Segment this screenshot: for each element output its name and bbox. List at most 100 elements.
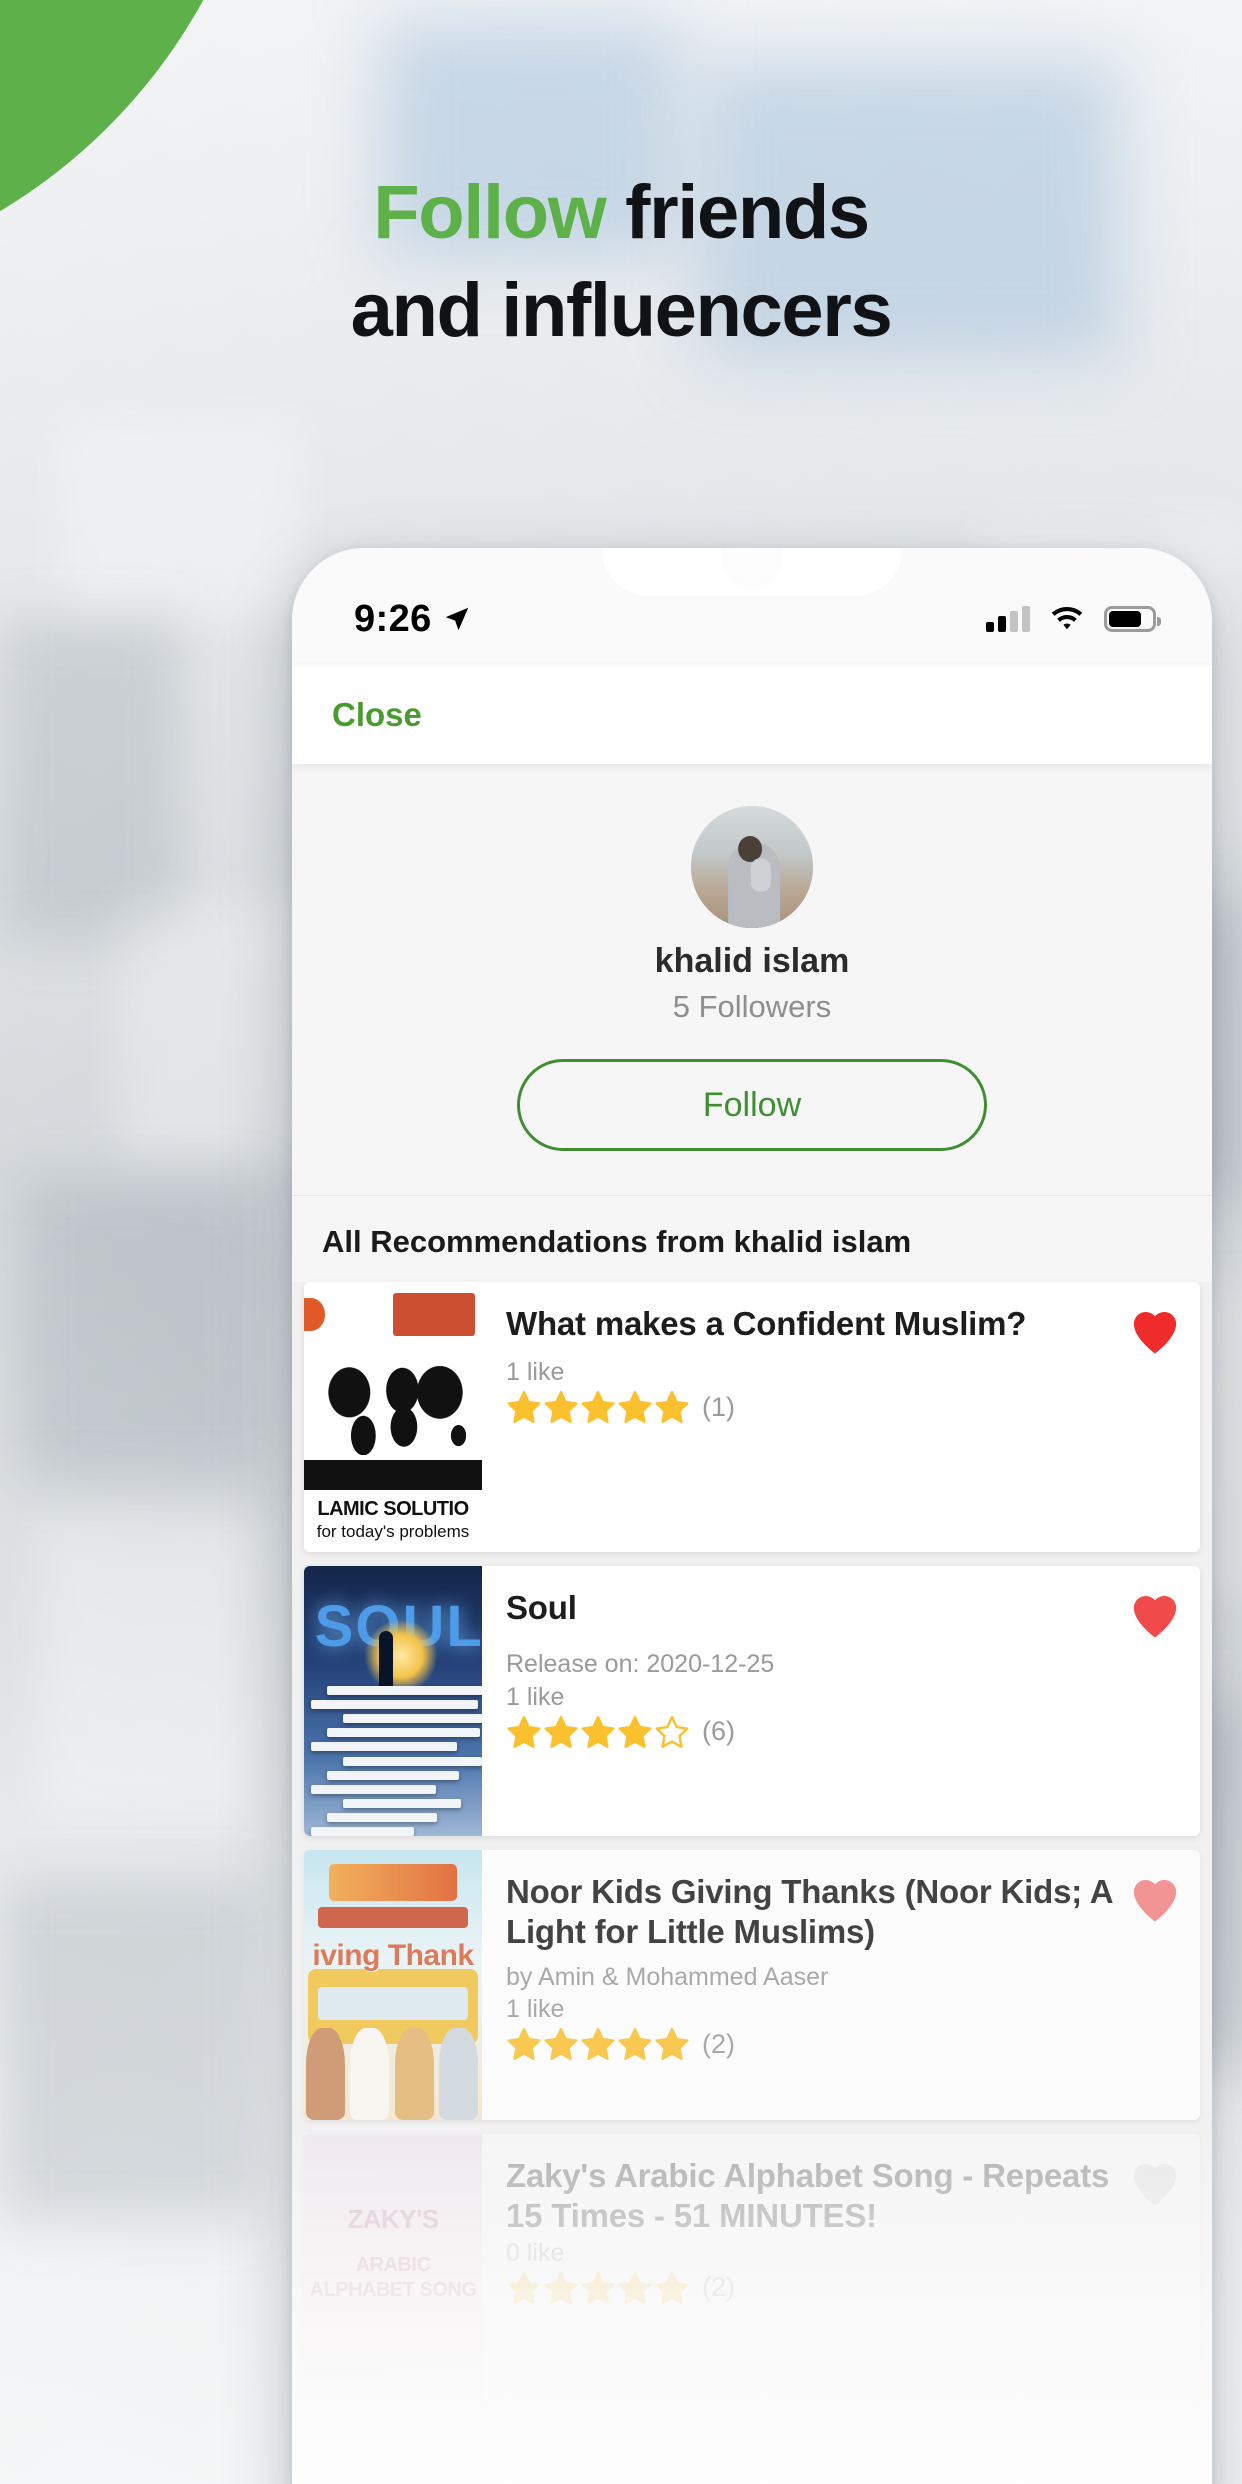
thumb-podcast-logo xyxy=(393,1292,475,1336)
status-bar-left: 9:26 xyxy=(354,598,472,641)
rating-count: (2) xyxy=(702,2028,735,2059)
thumbnail-art-podcast: LAMIC SOLUTIO for today's problems xyxy=(304,1282,482,1552)
avatar-arm xyxy=(750,858,771,892)
heart-icon[interactable] xyxy=(1128,1590,1182,1640)
phone-screen: 9:26 Close khalid islam 5 Followers Foll… xyxy=(292,548,1212,2484)
star-filled-icon xyxy=(618,1715,652,1748)
star-rating[interactable] xyxy=(506,2026,690,2062)
page-title: Follow friends and influencers xyxy=(0,168,1242,355)
thumbnail-art-soul: SOUL xyxy=(304,1566,482,1836)
status-time: 9:26 xyxy=(354,597,432,640)
rating-count: (1) xyxy=(702,1391,735,1422)
star-filled-icon xyxy=(507,2027,541,2061)
star-filled-icon xyxy=(581,2271,615,2304)
thumb-subtitle-text: ARABIC ALPHABET SONG xyxy=(309,2253,477,2301)
recommendation-card[interactable]: iving Thank Noor Kids Giving Thanks (Noor… xyxy=(304,1850,1200,2120)
phone-mockup: 9:26 Close khalid islam 5 Followers Foll… xyxy=(292,548,1212,2484)
recommendation-rating: (1) xyxy=(506,1389,1182,1425)
recommendation-card[interactable]: ZAKY'S ARABIC ALPHABET SONG Zaky's Arabic … xyxy=(304,2134,1200,2404)
thumb-world-map xyxy=(314,1346,472,1455)
recommendation-card[interactable]: LAMIC SOLUTIO for today's problems What ma… xyxy=(304,1282,1200,1552)
wifi-icon xyxy=(1051,606,1083,630)
thumbnail-art-noor-kids: iving Thank xyxy=(304,1850,482,2120)
star-filled-icon xyxy=(655,1390,689,1424)
recommendation-details: What makes a Confident Muslim? 1 like (1) xyxy=(482,1282,1200,1552)
thumb-title-text: LAMIC SOLUTIO xyxy=(317,1498,469,1520)
recommendation-details: Zaky's Arabic Alphabet Song - Repeats 15… xyxy=(482,2134,1200,2404)
headline-line-2: and influencers xyxy=(350,267,893,353)
rating-count: (2) xyxy=(702,2272,735,2302)
recommendation-details: Soul Release on: 2020-12-25 1 like (6) xyxy=(482,1566,1200,1836)
recommendation-rating: (6) xyxy=(506,1714,1182,1750)
heart-icon[interactable] xyxy=(1128,1874,1182,1924)
recommendation-title: Zaky's Arabic Alphabet Song - Repeats 15… xyxy=(506,2157,1110,2235)
profile-followers-count: 5 Followers xyxy=(672,989,832,1024)
recommendation-title-row: Noor Kids Giving Thanks (Noor Kids; A Li… xyxy=(506,1872,1182,1953)
thumb-title-text: ZAKY'S xyxy=(347,2204,439,2235)
thumb-subtitle-text: for today's problems xyxy=(316,1522,470,1542)
recommendation-title: Soul xyxy=(506,1589,577,1626)
status-bar: 9:26 xyxy=(292,548,1212,666)
battery-icon xyxy=(1104,606,1161,632)
recommendation-rating: (2) xyxy=(506,2026,1182,2062)
star-outline-icon xyxy=(655,1715,689,1748)
star-filled-icon xyxy=(544,2271,578,2304)
star-rating[interactable] xyxy=(506,1389,690,1425)
star-filled-icon xyxy=(581,1715,615,1748)
avatar[interactable] xyxy=(691,806,813,928)
close-button[interactable]: Close xyxy=(328,690,426,740)
recommendation-thumbnail[interactable]: LAMIC SOLUTIO for today's problems xyxy=(304,1282,482,1552)
recommendation-title-row: Soul xyxy=(506,1588,1182,1640)
star-filled-icon xyxy=(618,1390,652,1424)
recommendation-rating: (2) xyxy=(506,2270,1182,2306)
star-filled-icon xyxy=(618,2271,652,2304)
recommendation-likes: 0 like xyxy=(506,2238,565,2267)
recommendation-thumbnail[interactable]: ZAKY'S ARABIC ALPHABET SONG xyxy=(304,2134,482,2404)
recommendation-title-row: What makes a Confident Muslim? xyxy=(506,1304,1182,1356)
profile-name: khalid islam xyxy=(654,942,850,980)
star-filled-icon xyxy=(544,1390,578,1424)
recommendation-card[interactable]: SOUL Soul Release on: 2020-12-25 1 like (6) xyxy=(304,1566,1200,1836)
recommendation-details: Noor Kids Giving Thanks (Noor Kids; A Li… xyxy=(482,1850,1200,2120)
thumb-topic-strip xyxy=(304,1460,482,1490)
navigation-bar: Close xyxy=(292,666,1212,764)
star-filled-icon xyxy=(507,1715,541,1748)
phone-notch xyxy=(602,548,902,596)
recommendation-likes: 1 like xyxy=(506,1358,565,1386)
recommendation-title: Noor Kids Giving Thanks (Noor Kids; A Li… xyxy=(506,1873,1113,1951)
star-filled-icon xyxy=(618,2027,652,2061)
star-filled-icon xyxy=(655,2271,689,2304)
star-filled-icon xyxy=(507,2271,541,2304)
thumb-piano-stairs xyxy=(304,1679,482,1836)
rating-count: (6) xyxy=(702,1716,735,1746)
star-rating[interactable] xyxy=(506,1714,690,1750)
recommendation-subtitle: Release on: 2020-12-25 xyxy=(506,1650,775,1678)
recommendation-thumbnail[interactable]: iving Thank xyxy=(304,1850,482,2120)
thumb-ribbon xyxy=(318,1906,468,1929)
thumb-accent-shape xyxy=(304,1298,326,1331)
star-filled-icon xyxy=(544,2027,578,2061)
thumb-title-text: iving Thank xyxy=(312,1939,474,1973)
star-filled-icon xyxy=(507,1390,541,1424)
location-arrow-icon xyxy=(445,607,468,631)
heart-icon[interactable] xyxy=(1128,1306,1182,1356)
recommendation-likes: 1 like xyxy=(506,1682,565,1711)
star-filled-icon xyxy=(544,1715,578,1748)
recommendation-subtitle: by Amin & Mohammed Aaser xyxy=(506,1962,829,1991)
headline-accent-word: Follow xyxy=(373,170,607,255)
profile-section: khalid islam 5 Followers Follow xyxy=(292,764,1212,1196)
recommendation-thumbnail[interactable]: SOUL xyxy=(304,1566,482,1836)
follow-button[interactable]: Follow xyxy=(517,1059,987,1151)
front-camera-icon xyxy=(725,548,779,584)
headline-rest: friends xyxy=(605,170,870,255)
star-rating[interactable] xyxy=(506,2270,690,2306)
thumb-characters xyxy=(304,2028,482,2120)
recommendation-title: What makes a Confident Muslim? xyxy=(506,1305,1027,1342)
recommendations-list[interactable]: LAMIC SOLUTIO for today's problems What ma… xyxy=(292,1282,1212,2404)
star-filled-icon xyxy=(581,1390,615,1424)
star-filled-icon xyxy=(581,2027,615,2061)
cellular-signal-icon xyxy=(986,606,1030,632)
recommendation-title-row: Zaky's Arabic Alphabet Song - Repeats 15… xyxy=(506,2156,1182,2237)
heart-icon[interactable] xyxy=(1128,2158,1182,2208)
recommendation-likes: 1 like xyxy=(506,1995,565,2023)
